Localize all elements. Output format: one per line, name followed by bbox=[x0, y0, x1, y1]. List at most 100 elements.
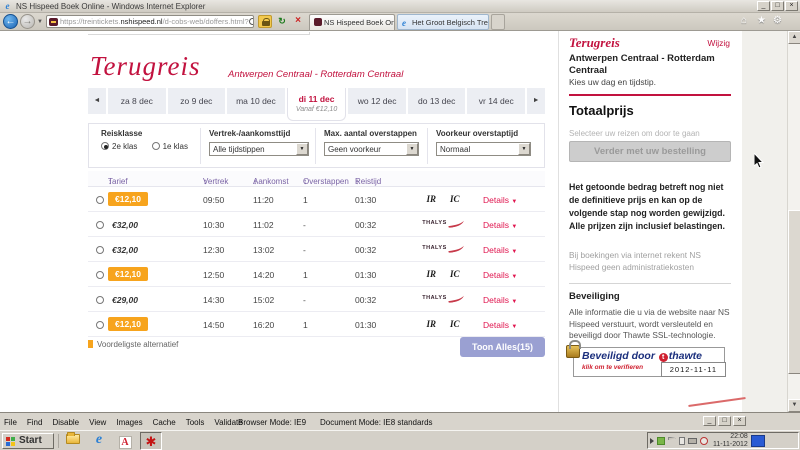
date-tab-active[interactable]: di 11 decVanaf €12,10 bbox=[287, 88, 347, 121]
browser-mode[interactable]: Browser Mode: IE9 bbox=[238, 418, 306, 427]
sort-icon[interactable]: ↕ bbox=[203, 177, 207, 186]
transfer-time-select[interactable]: Normaal▼ bbox=[436, 142, 531, 156]
divider bbox=[58, 434, 59, 448]
home-icon[interactable]: ⌂ bbox=[741, 15, 747, 26]
tray-flag-icon[interactable] bbox=[668, 437, 676, 445]
new-tab-stub[interactable] bbox=[491, 14, 505, 30]
windows-logo-icon bbox=[6, 437, 16, 446]
folder-shortcut[interactable] bbox=[62, 432, 84, 450]
caret-down-icon: ▼ bbox=[511, 274, 517, 280]
tray-printer-icon[interactable] bbox=[688, 438, 697, 444]
close-button[interactable]: × bbox=[785, 1, 798, 11]
adobe-shortcut[interactable]: A bbox=[114, 432, 136, 450]
details-link[interactable]: Details ▼ bbox=[483, 220, 517, 230]
devmenu-tools[interactable]: Tools bbox=[186, 418, 205, 427]
document-mode[interactable]: Document Mode: IE8 standards bbox=[320, 418, 433, 427]
divider bbox=[315, 128, 316, 164]
arrival-time: 15:02 bbox=[253, 295, 274, 305]
date-tab[interactable]: za 8 dec bbox=[108, 88, 166, 114]
select-dropdown-icon[interactable]: ▼ bbox=[518, 143, 530, 155]
vertical-scrollbar[interactable]: ▲ ▼ bbox=[787, 31, 800, 412]
summary-sidebar: Terugreis Wijzig Antwerpen Centraal - Ro… bbox=[558, 31, 742, 412]
address-domain: nshispeed.nl bbox=[120, 17, 162, 26]
devmenu-images[interactable]: Images bbox=[116, 418, 142, 427]
transfers-filter-select[interactable]: Geen voorkeur▼ bbox=[324, 142, 419, 156]
select-dropdown-icon[interactable]: ▼ bbox=[406, 143, 418, 155]
caret-down-icon: ▼ bbox=[511, 199, 517, 205]
fare-radio[interactable] bbox=[96, 271, 104, 279]
tray-green-icon[interactable] bbox=[657, 437, 665, 445]
date-tab[interactable]: vr 14 dec bbox=[467, 88, 525, 114]
tray-language-icon[interactable] bbox=[751, 435, 765, 447]
details-link[interactable]: Details ▼ bbox=[483, 295, 517, 305]
sort-icon[interactable]: ↕ bbox=[303, 177, 307, 186]
address-history-dropdown-icon[interactable]: ▼ bbox=[37, 19, 43, 25]
date-tab[interactable]: wo 12 dec bbox=[348, 88, 406, 114]
date-tab[interactable]: ma 10 dec bbox=[227, 88, 285, 114]
ie-shortcut[interactable]: e bbox=[88, 432, 110, 450]
scrollbar-thumb[interactable] bbox=[788, 210, 800, 374]
date-tab[interactable]: zo 9 dec bbox=[168, 88, 226, 114]
scroll-down-icon[interactable]: ▼ bbox=[788, 399, 800, 412]
sort-icon[interactable]: ↕ bbox=[355, 177, 359, 186]
continue-button-disabled[interactable]: Verder met uw bestelling bbox=[569, 141, 731, 162]
padlock-icon bbox=[566, 345, 580, 358]
prev-dates-arrow[interactable]: ◄ bbox=[88, 88, 106, 114]
devmenu-disable[interactable]: Disable bbox=[52, 418, 79, 427]
thawte-seal[interactable]: Beveiligd door tthawte klik om te verifi… bbox=[573, 347, 725, 377]
devmenu-file[interactable]: File bbox=[4, 418, 17, 427]
start-button[interactable]: Start bbox=[2, 433, 54, 449]
tools-gear-icon[interactable]: ⚙ bbox=[773, 15, 782, 26]
favorites-icon[interactable]: ★ bbox=[757, 15, 766, 26]
time-filter-select[interactable]: Alle tijdstippen▼ bbox=[209, 142, 309, 156]
restore-button[interactable]: □ bbox=[771, 1, 784, 11]
taskbar-clock[interactable]: 22:0811-11-2012 bbox=[713, 433, 748, 449]
dev-restore-button[interactable]: □ bbox=[718, 416, 731, 426]
sort-icon[interactable]: ↕ bbox=[108, 177, 112, 186]
arrival-time: 13:02 bbox=[253, 245, 274, 255]
refresh-icon[interactable]: ↻ bbox=[275, 15, 289, 28]
details-link[interactable]: Details ▼ bbox=[483, 245, 517, 255]
dev-close-button[interactable]: × bbox=[733, 416, 746, 426]
class-2e-radio[interactable] bbox=[101, 142, 109, 150]
dev-minimize-button[interactable]: _ bbox=[703, 416, 716, 426]
thalys-swoosh-icon bbox=[447, 294, 464, 303]
app-window-button[interactable]: ✱ bbox=[140, 432, 162, 450]
thawte-circle-icon: t bbox=[659, 353, 668, 362]
scroll-up-icon[interactable]: ▲ bbox=[788, 31, 800, 44]
show-all-button[interactable]: Toon Alles(15) bbox=[460, 337, 545, 357]
ir-logo: IR bbox=[426, 269, 436, 279]
search-icon[interactable] bbox=[249, 18, 254, 26]
class-2e-label[interactable]: 2e klas bbox=[112, 142, 137, 151]
browser-tab-active[interactable]: NS Hispeed Boek On...× bbox=[309, 14, 395, 30]
class-1e-radio[interactable] bbox=[152, 142, 160, 150]
next-dates-arrow[interactable]: ► bbox=[527, 88, 545, 114]
edit-link[interactable]: Wijzig bbox=[707, 38, 730, 48]
address-bar[interactable]: https://treintickets. nshispeed.nl /d-co… bbox=[46, 15, 254, 28]
fare-radio[interactable] bbox=[96, 221, 104, 229]
fare-radio[interactable] bbox=[96, 296, 104, 304]
sort-icon[interactable]: ↕ bbox=[253, 177, 257, 186]
minimize-button[interactable]: _ bbox=[757, 1, 770, 11]
stop-icon[interactable]: × bbox=[291, 15, 305, 28]
devmenu-view[interactable]: View bbox=[89, 418, 106, 427]
browser-tab-inactive[interactable]: eHet Groot Belgisch Trei... bbox=[397, 14, 489, 30]
forward-button[interactable]: → bbox=[20, 14, 35, 29]
date-tab[interactable]: do 13 dec bbox=[408, 88, 466, 114]
tray-battery-icon[interactable] bbox=[679, 437, 685, 445]
details-link[interactable]: Details ▼ bbox=[483, 320, 517, 330]
tray-alert-icon[interactable] bbox=[700, 437, 708, 445]
details-link[interactable]: Details ▼ bbox=[483, 195, 517, 205]
class-1e-label[interactable]: 1e klas bbox=[163, 142, 188, 151]
fare-radio[interactable] bbox=[96, 321, 104, 329]
thawte-verify-link[interactable]: klik om te verifieren bbox=[582, 364, 643, 371]
details-link[interactable]: Details ▼ bbox=[483, 270, 517, 280]
tray-expand-icon[interactable] bbox=[650, 438, 654, 444]
fare-radio[interactable] bbox=[96, 246, 104, 254]
select-dropdown-icon[interactable]: ▼ bbox=[296, 143, 308, 155]
devmenu-find[interactable]: Find bbox=[27, 418, 43, 427]
back-button[interactable]: ← bbox=[3, 14, 18, 29]
security-lock-icon[interactable] bbox=[258, 15, 272, 28]
fare-radio[interactable] bbox=[96, 196, 104, 204]
devmenu-cache[interactable]: Cache bbox=[153, 418, 176, 427]
